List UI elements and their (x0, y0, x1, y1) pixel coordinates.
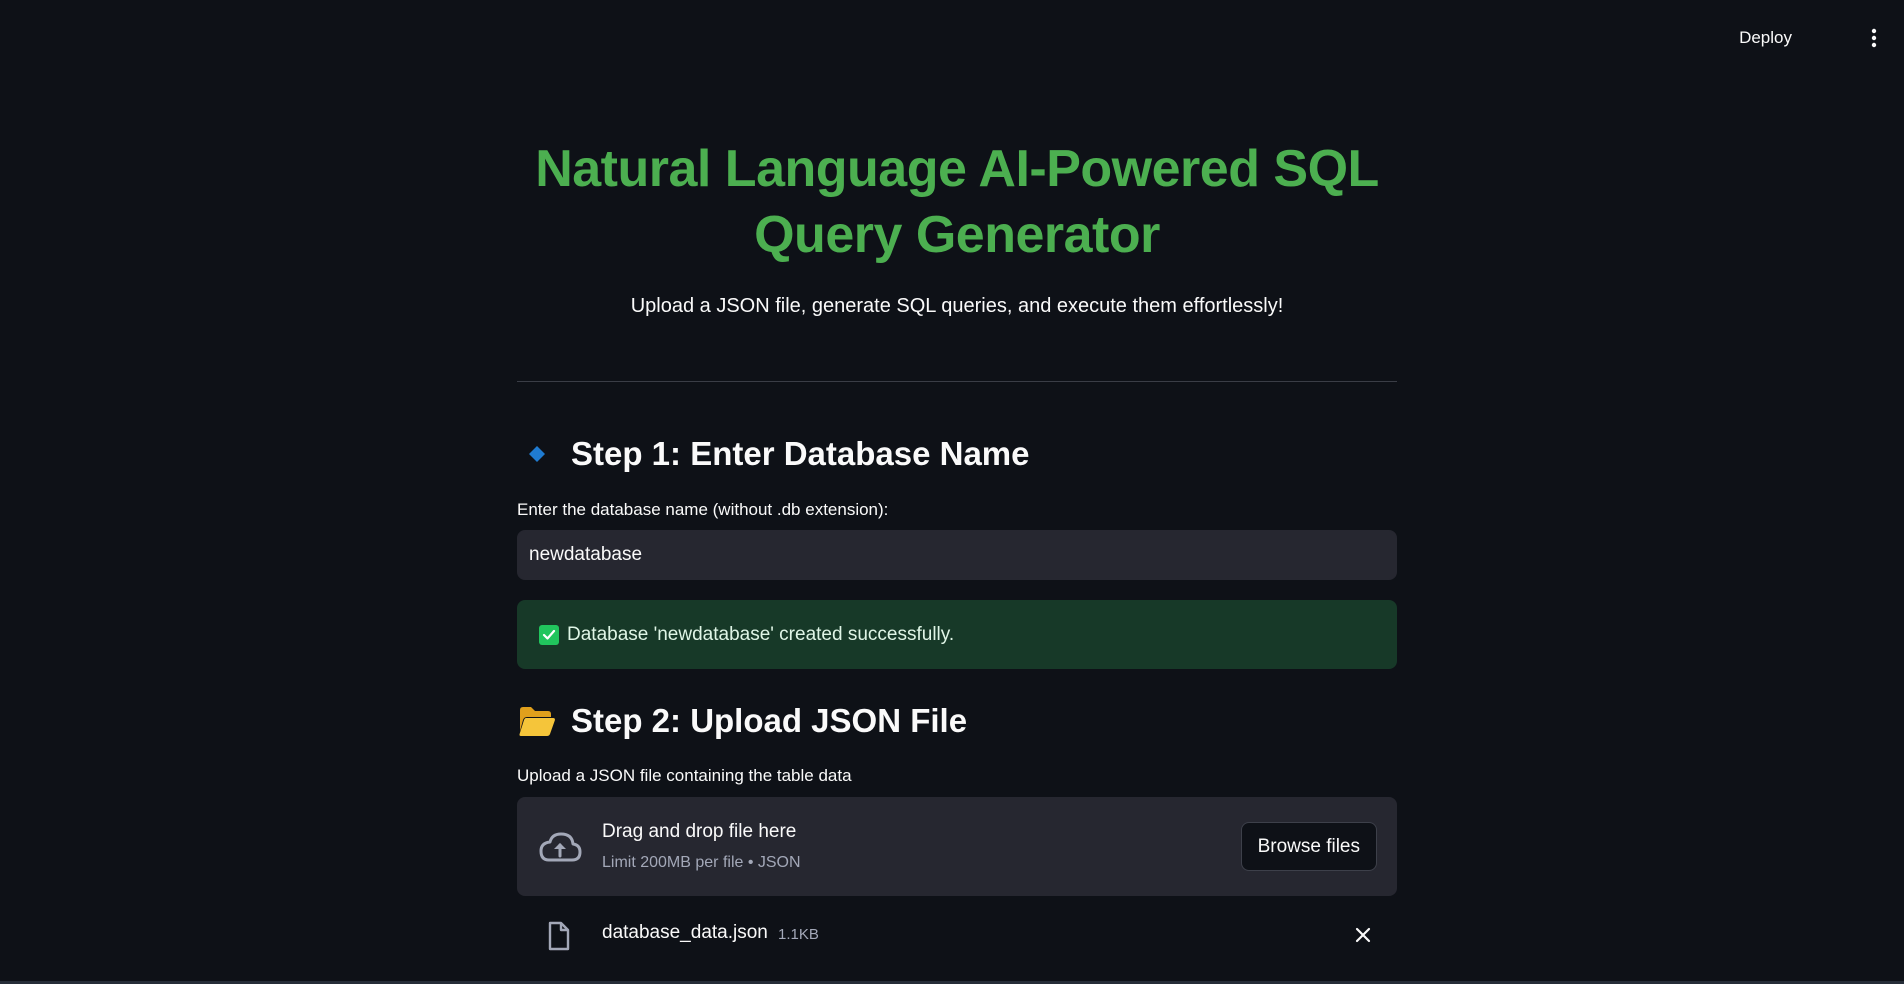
step2-heading-text: Step 2: Upload JSON File (571, 702, 968, 739)
file-icon (547, 921, 571, 951)
success-message: Database 'newdatabase' created successfu… (567, 623, 955, 645)
uploaded-file-size: 1.1KB (778, 926, 819, 943)
check-mark-icon (539, 624, 559, 645)
cloud-upload-icon (537, 827, 583, 867)
step1-heading-text: Step 1: Enter Database Name (571, 435, 1030, 472)
uploader-label: Upload a JSON file containing the table … (517, 766, 852, 785)
section-divider (517, 381, 1397, 382)
uploaded-file-name: database_data.json (602, 922, 768, 943)
remove-file-button[interactable] (1349, 922, 1377, 950)
file-dropzone[interactable]: Drag and drop file here Limit 200MB per … (517, 797, 1397, 896)
close-icon (1355, 927, 1371, 942)
page-title: Natural Language AI-Powered SQL Query Ge… (535, 140, 1379, 264)
database-name-label: Enter the database name (without .db ext… (517, 500, 889, 519)
success-alert: Database 'newdatabase' created successfu… (517, 600, 1397, 669)
database-name-input[interactable] (517, 530, 1397, 580)
main-menu-button[interactable] (1860, 24, 1888, 52)
step1-heading: Step 1: Enter Database Name (517, 430, 1397, 478)
vertical-ellipsis-icon (1871, 28, 1877, 48)
browse-files-button[interactable]: Browse files (1240, 822, 1377, 871)
deploy-button[interactable]: Deploy (1731, 24, 1800, 52)
app-window: Deploy Natural Language AI-Powered SQL Q… (0, 0, 1904, 984)
dropzone-title: Drag and drop file here (602, 821, 797, 842)
step2-heading: Step 2: Upload JSON File (517, 697, 1397, 745)
blue-diamond-icon (517, 434, 557, 474)
top-toolbar: Deploy (0, 0, 1904, 76)
page-subtitle: Upload a JSON file, generate SQL queries… (630, 295, 1284, 317)
open-folder-icon (517, 701, 557, 741)
uploaded-file-item: database_data.json 1.1KB (517, 912, 1397, 958)
dropzone-limit-text: Limit 200MB per file • JSON (602, 854, 801, 871)
